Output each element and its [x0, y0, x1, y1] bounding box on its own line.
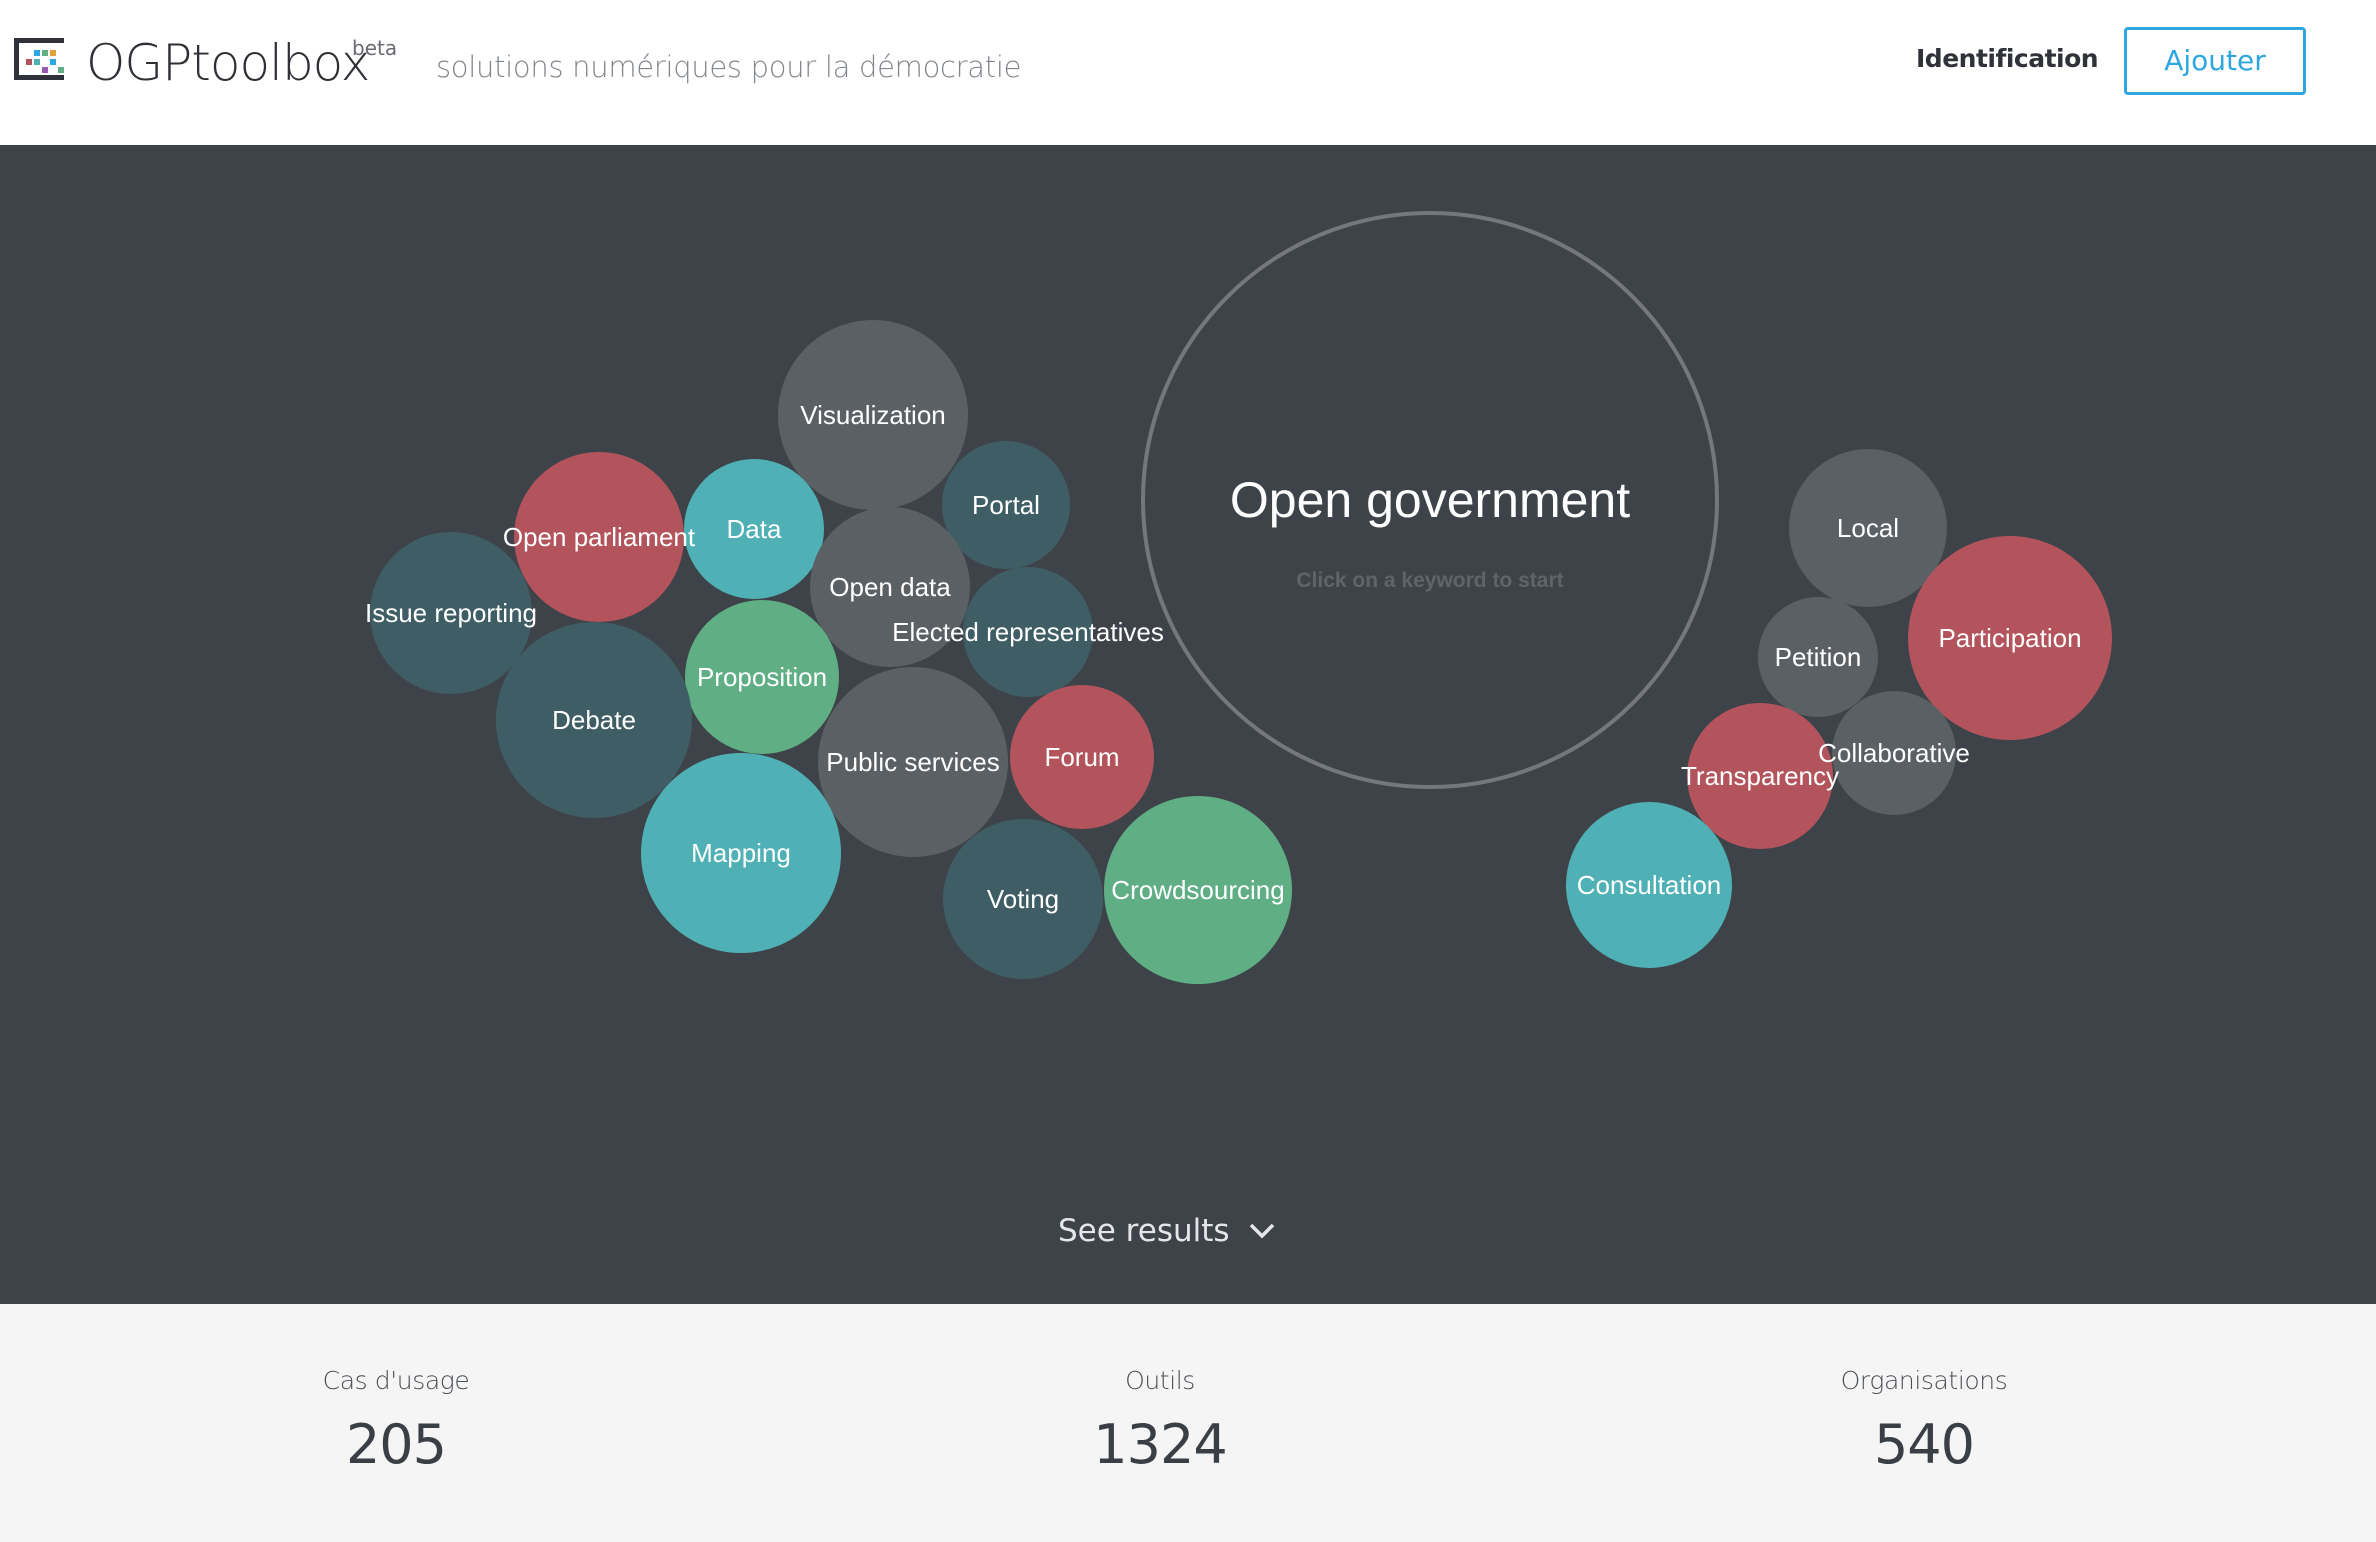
identification-link[interactable]: Identification — [1916, 44, 2099, 73]
stat-value: 540 — [1873, 1413, 1975, 1476]
brand-tool: toolbox — [191, 34, 370, 92]
bubble-label: Forum — [1044, 742, 1119, 772]
see-results-label: See results — [1058, 1213, 1230, 1249]
see-results-button[interactable]: See results — [1058, 1213, 1276, 1249]
stat-label: Organisations — [1840, 1366, 2008, 1395]
ogptoolbox-logo-icon[interactable] — [12, 36, 66, 82]
stat-value: 1324 — [1093, 1413, 1227, 1476]
bubble-label: Issue reporting — [365, 598, 537, 628]
keyword-bubble-section: Open government Click on a keyword to st… — [0, 145, 2376, 1304]
stat-organisations[interactable]: Organisations 540 — [1724, 1366, 2124, 1476]
bubble-label: Open parliament — [503, 522, 696, 552]
chevron-down-icon — [1249, 1223, 1274, 1239]
bubble-label: Collaborative — [1818, 738, 1970, 768]
bubble-label: Petition — [1775, 642, 1862, 672]
bubble-label: Transparency — [1681, 761, 1839, 791]
site-tagline: solutions numériques pour la démocratie — [436, 50, 1022, 84]
bubble-label: Public services — [826, 747, 999, 777]
center-hint: Click on a keyword to start — [1296, 569, 1563, 592]
brand-main: OGP — [86, 34, 192, 92]
center-circle: Open government Click on a keyword to st… — [1141, 211, 1719, 789]
bubble-label: Open data — [829, 572, 951, 602]
stat-tools[interactable]: Outils 1324 — [960, 1366, 1360, 1476]
bubble-label: Visualization — [800, 400, 946, 430]
brand-name[interactable]: OGPtoolbox — [86, 28, 370, 98]
bubble-label: Consultation — [1577, 870, 1722, 900]
bubble-label: Data — [727, 514, 782, 544]
add-button[interactable]: Ajouter — [2124, 27, 2306, 95]
site-header: OGPtoolbox beta solutions numériques pou… — [0, 0, 2376, 145]
beta-badge: beta — [352, 36, 398, 60]
bubble-label: Crowdsourcing — [1111, 875, 1284, 905]
bubble-label: Debate — [552, 705, 636, 735]
bubble-label: Mapping — [691, 838, 791, 868]
stat-value: 205 — [345, 1413, 447, 1476]
stat-label: Outils — [1125, 1366, 1195, 1395]
bubble-label: Elected representatives — [892, 617, 1164, 647]
stat-use-cases[interactable]: Cas d'usage 205 — [196, 1366, 596, 1476]
stat-label: Cas d'usage — [322, 1366, 470, 1395]
bubble-label: Local — [1837, 513, 1899, 543]
center-title: Open government — [1230, 472, 1630, 528]
bubble-label: Participation — [1938, 623, 2081, 653]
stats-bar: Cas d'usage 205 Outils 1324 Organisation… — [0, 1304, 2376, 1542]
keyword-bubble-chart: Open government Click on a keyword to st… — [365, 211, 2112, 984]
bubble-label: Portal — [972, 490, 1040, 520]
bubble-label: Voting — [987, 884, 1059, 914]
bubble-label: Proposition — [697, 662, 827, 692]
